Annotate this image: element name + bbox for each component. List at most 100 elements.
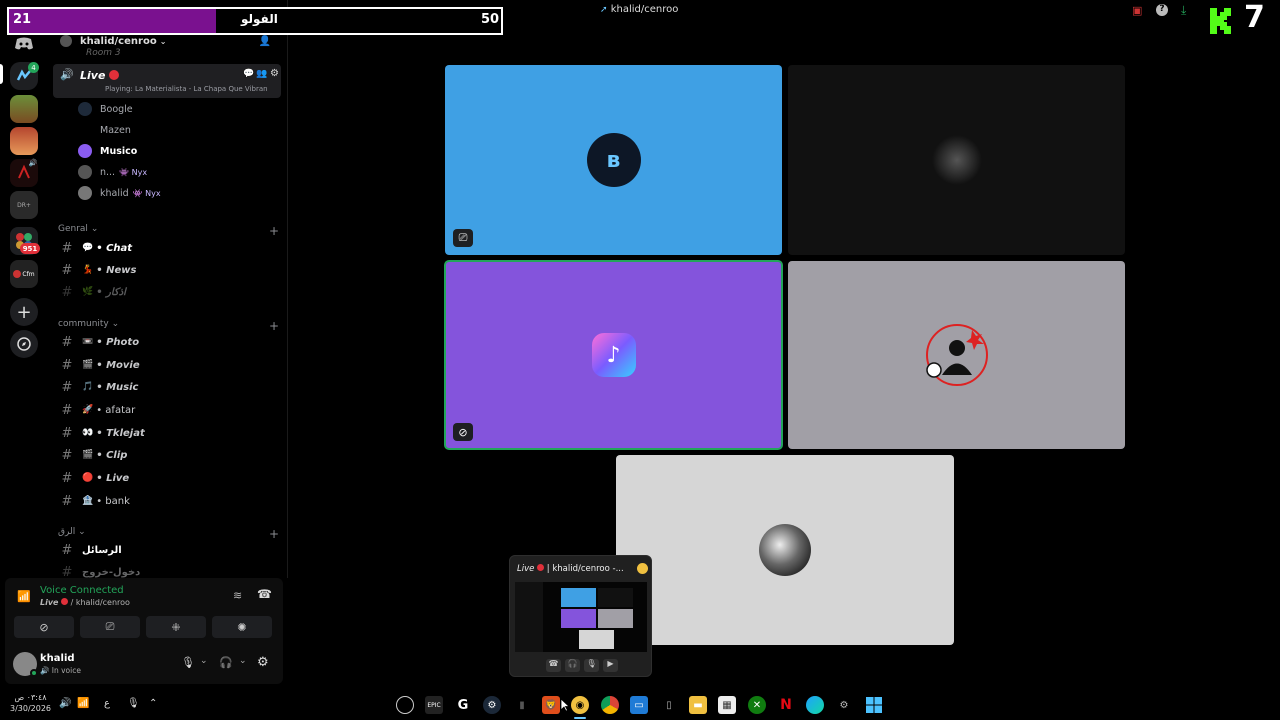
headphones-icon[interactable]: 🎧 xyxy=(219,656,233,669)
add-server-icon[interactable]: + xyxy=(10,298,38,326)
xbox-icon[interactable]: ✕ xyxy=(748,696,766,714)
photos-icon[interactable]: ▭ xyxy=(630,696,648,714)
channel-afatar[interactable]: # 🚀 • afatar xyxy=(56,399,279,421)
chevron-up-icon[interactable]: ⌃ xyxy=(149,698,157,709)
camera-off-button[interactable]: ⊘ xyxy=(14,616,74,638)
windows-start-icon[interactable] xyxy=(865,696,883,714)
channel-live[interactable]: # 🔴 • Live xyxy=(56,467,279,489)
chevron-down-icon[interactable]: ⌄ xyxy=(239,656,247,666)
activities-button[interactable]: ⁜ xyxy=(146,616,206,638)
hash-icon: # xyxy=(61,425,73,441)
chrome-icon[interactable] xyxy=(601,696,619,714)
preview-title: Live | khalid/cenroo -... xyxy=(517,564,637,574)
channel-chat[interactable]: # 💬 • Chat xyxy=(56,237,279,259)
window-preview-popup[interactable]: Live | khalid/cenroo -... ☎ 🎧 🎙 ▶ xyxy=(509,555,652,677)
add-member-icon[interactable]: 👥 xyxy=(256,69,267,79)
soundboard-button[interactable]: ✺ xyxy=(212,616,272,638)
category-genral[interactable]: Genral ⌄ + xyxy=(58,224,279,238)
usb-icon[interactable]: ▯ xyxy=(660,696,678,714)
add-member-icon[interactable]: 👤 xyxy=(259,36,271,47)
channel-join-leave[interactable]: # دخول-خروج xyxy=(56,561,279,579)
brand-number: 7 xyxy=(1244,0,1265,35)
music-note-icon: ♪ xyxy=(591,333,636,377)
stream-tile-member[interactable] xyxy=(788,261,1125,449)
noise-suppression-icon[interactable]: ≋ xyxy=(233,589,242,602)
prev-voice-channel[interactable]: Room 3 xyxy=(56,46,279,60)
language-indicator[interactable]: ع xyxy=(104,698,110,709)
brave-icon[interactable]: 🦁 xyxy=(542,696,560,714)
obs-icon[interactable] xyxy=(396,696,414,714)
thumb-tile xyxy=(598,588,633,607)
gear-icon[interactable]: ⚙ xyxy=(270,68,279,79)
add-channel-icon[interactable]: + xyxy=(269,224,279,238)
channel-clip[interactable]: # 🎬 • Clip xyxy=(56,444,279,466)
avatar xyxy=(78,102,92,116)
preview-thumbnail xyxy=(515,582,647,652)
clock[interactable]: ٠٣:٤٨ ص 3/30/2026 xyxy=(10,692,51,714)
microphone-icon[interactable]: 🎙 xyxy=(584,659,599,672)
server-cfm[interactable]: Cfm xyxy=(10,260,38,288)
steam-icon[interactable]: ⚙ xyxy=(483,696,501,714)
edge-icon[interactable] xyxy=(806,696,824,714)
screen-share-button[interactable]: ⎚ xyxy=(80,616,140,638)
window-title: ➚ khalid/cenroo xyxy=(600,4,678,15)
mouse-app-icon[interactable]: ▮ xyxy=(513,696,531,714)
voice-member[interactable]: khalid 👾 Nyx xyxy=(78,183,161,203)
stream-tile-mazen[interactable] xyxy=(788,65,1125,255)
hash-icon: # xyxy=(61,379,73,395)
stream-tile-khalid[interactable] xyxy=(616,455,954,645)
discord-taskbar-icon[interactable]: ◉ xyxy=(571,696,589,714)
camera-icon[interactable]: ▶ xyxy=(603,659,618,672)
channel-photo[interactable]: # 📼 • Photo xyxy=(56,331,279,353)
wifi-icon[interactable]: 📶 xyxy=(77,698,89,709)
channel-emoji: 👀 xyxy=(82,428,94,438)
channel-emoji: 🏦 xyxy=(82,496,94,506)
channel-tklejat[interactable]: # 👀 • Tklejat xyxy=(56,422,279,444)
epic-games-icon[interactable]: EPIC xyxy=(425,696,443,714)
clock-date: 3/30/2026 xyxy=(10,704,52,713)
settings-icon[interactable]: ⚙ xyxy=(835,696,853,714)
channel-azkar[interactable]: # 🌿 • اذكار xyxy=(56,281,279,303)
netflix-icon[interactable]: N xyxy=(777,696,795,714)
server-anime[interactable] xyxy=(10,127,38,155)
chat-icon[interactable]: 💬 xyxy=(243,69,254,79)
file-explorer-icon[interactable]: ▬ xyxy=(689,696,707,714)
store-icon[interactable]: ▦ xyxy=(718,696,736,714)
voice-member[interactable]: Musico xyxy=(78,141,137,161)
channel-music[interactable]: # 🎵 • Music xyxy=(56,376,279,398)
gear-icon[interactable]: ⚙ xyxy=(257,655,269,670)
hash-icon: # xyxy=(61,357,73,373)
g-hub-icon[interactable]: G xyxy=(454,696,472,714)
user-name[interactable]: khalid xyxy=(40,653,75,664)
voice-location[interactable]: Live / khalid/cenroo xyxy=(40,598,130,607)
stream-tile-musico[interactable]: ♪ ⊘ xyxy=(444,260,783,450)
chevron-down-icon[interactable]: ⌄ xyxy=(200,656,208,666)
channel-emoji: 🌿 xyxy=(82,287,94,297)
headphones-icon[interactable]: 🎧 xyxy=(565,659,580,672)
microphone-icon[interactable]: 🎙 xyxy=(181,656,195,669)
channel-bank[interactable]: # 🏦 • bank xyxy=(56,490,279,512)
inbox-icon[interactable]: ▣ xyxy=(1132,4,1142,17)
hash-icon: # xyxy=(61,564,73,579)
disconnect-icon[interactable]: ☎ xyxy=(257,587,272,601)
server-elite[interactable]: DR+ xyxy=(10,191,38,219)
taskbar: ٠٣:٤٨ ص 3/30/2026 🔊 📶 ع 🎙 ⌃ EPIC G ⚙ ▮ 🦁… xyxy=(0,690,1280,720)
help-icon[interactable]: ? xyxy=(1156,4,1168,16)
voice-member[interactable]: Boogle xyxy=(78,99,133,119)
download-icon[interactable]: ⤓ xyxy=(1181,3,1186,18)
category-label: Genral xyxy=(58,224,88,234)
voice-member[interactable]: Mazen xyxy=(78,120,131,140)
disconnect-icon[interactable]: ☎ xyxy=(546,659,561,672)
channel-news[interactable]: # 💃 • News xyxy=(56,259,279,281)
voice-member[interactable]: n... 👾 Nyx xyxy=(78,162,147,182)
channel-messages[interactable]: # الرسائل xyxy=(56,539,279,561)
microphone-icon[interactable]: 🎙 xyxy=(127,698,140,709)
server-minecraft[interactable] xyxy=(10,95,38,123)
stream-tile-boogle[interactable]: ʙ ⎚ xyxy=(445,65,782,255)
channel-emoji: 🔴 xyxy=(82,473,94,483)
channel-movie[interactable]: # 🎬 • Movie xyxy=(56,354,279,376)
voice-connected-title[interactable]: Voice Connected xyxy=(40,585,124,596)
voice-channel-live[interactable]: 🔊 Live Playing: La Materialista - La Cha… xyxy=(53,64,281,98)
discover-icon[interactable] xyxy=(10,330,38,358)
volume-icon[interactable]: 🔊 xyxy=(59,698,71,709)
